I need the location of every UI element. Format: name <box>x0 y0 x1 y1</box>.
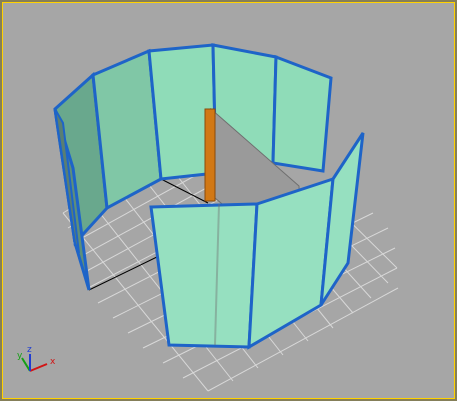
axis-y-label: y <box>17 351 23 361</box>
viewport-scene[interactable]: x y z <box>3 3 455 399</box>
axis-x-line <box>29 363 48 372</box>
perspective-viewport[interactable]: x y z <box>0 0 457 401</box>
axis-x-label: x <box>50 357 56 367</box>
viewport-active-border: x y z <box>2 2 455 399</box>
axis-y-line <box>21 357 31 372</box>
axis-z-label: z <box>27 345 32 355</box>
axis-gizmo: x y z <box>17 345 56 372</box>
